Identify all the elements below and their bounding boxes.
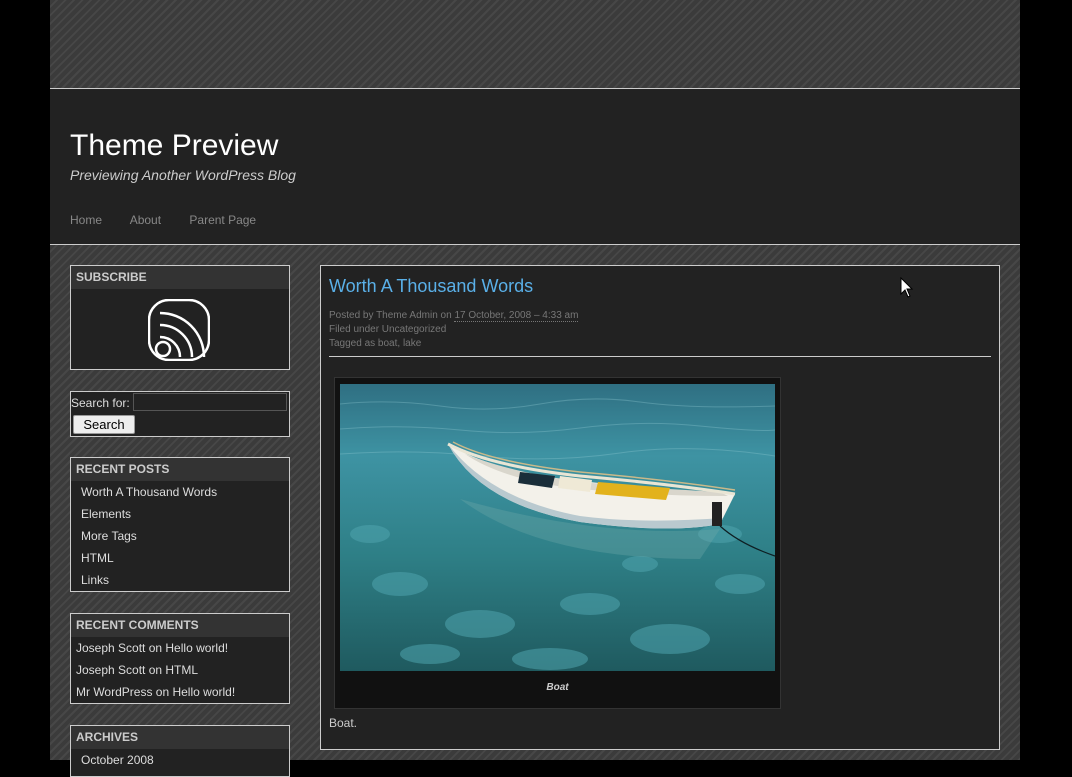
post-article: Worth A Thousand Words Posted by Theme A… [320, 265, 1000, 750]
site-header: Theme Preview Previewing Another WordPre… [50, 88, 1020, 245]
content-area: SUBSCRIBE Search for: Search RECENT POST… [50, 245, 1020, 777]
widget-title: ARCHIVES [71, 726, 289, 749]
image-caption: Boat [546, 682, 569, 693]
site-title[interactable]: Theme Preview [70, 129, 278, 163]
post-title-link[interactable]: Worth A Thousand Words [329, 276, 533, 297]
subscribe-widget: SUBSCRIBE [70, 265, 290, 370]
search-widget: Search for: Search [70, 391, 290, 437]
post-byline: Posted by Theme Admin on 17 October, 200… [329, 310, 579, 322]
nav-about-link[interactable]: About [130, 213, 161, 227]
widget-title: RECENT COMMENTS [71, 614, 289, 637]
recent-comments-widget: RECENT COMMENTS Joseph Scott on Hello wo… [70, 613, 290, 704]
search-input[interactable] [133, 393, 287, 411]
post-author-text: Posted by Theme Admin on [329, 310, 452, 321]
recent-comment-link[interactable]: Joseph Scott on Hello world! [71, 637, 289, 659]
recent-post-link[interactable]: HTML [71, 547, 289, 569]
widget-title: SUBSCRIBE [71, 266, 289, 289]
search-button[interactable]: Search [73, 415, 135, 434]
recent-posts-widget: RECENT POSTS Worth A Thousand Words Elem… [70, 457, 290, 592]
top-banner [50, 0, 1020, 88]
nav-parent-page-link[interactable]: Parent Page [189, 213, 256, 227]
page-wrapper: Theme Preview Previewing Another WordPre… [50, 0, 1020, 777]
recent-post-link[interactable]: Elements [71, 503, 289, 525]
archives-widget: ARCHIVES October 2008 [70, 725, 290, 777]
site-description: Previewing Another WordPress Blog [70, 167, 296, 183]
nav-home-link[interactable]: Home [70, 213, 102, 227]
widget-title: RECENT POSTS [71, 458, 289, 481]
post-date-link[interactable]: 17 October, 2008 – 4:33 am [454, 310, 579, 322]
post-divider [329, 356, 991, 357]
recent-post-link[interactable]: More Tags [71, 525, 289, 547]
post-tags[interactable]: Tagged as boat, lake [329, 338, 421, 349]
post-body-text: Boat. [329, 716, 358, 730]
recent-comment-link[interactable]: Mr WordPress on Hello world! [71, 681, 289, 703]
image-figure: Boat [334, 377, 781, 709]
rss-feed-icon[interactable] [147, 298, 211, 362]
main-nav: Home About Parent Page [70, 213, 281, 227]
archive-link[interactable]: October 2008 [71, 749, 289, 771]
post-category[interactable]: Filed under Uncategorized [329, 324, 446, 335]
boat-photo[interactable] [340, 384, 775, 671]
search-label: Search for: [71, 396, 130, 410]
recent-post-link[interactable]: Worth A Thousand Words [71, 481, 289, 503]
recent-post-link[interactable]: Links [71, 569, 289, 591]
recent-comment-link[interactable]: Joseph Scott on HTML [71, 659, 289, 681]
